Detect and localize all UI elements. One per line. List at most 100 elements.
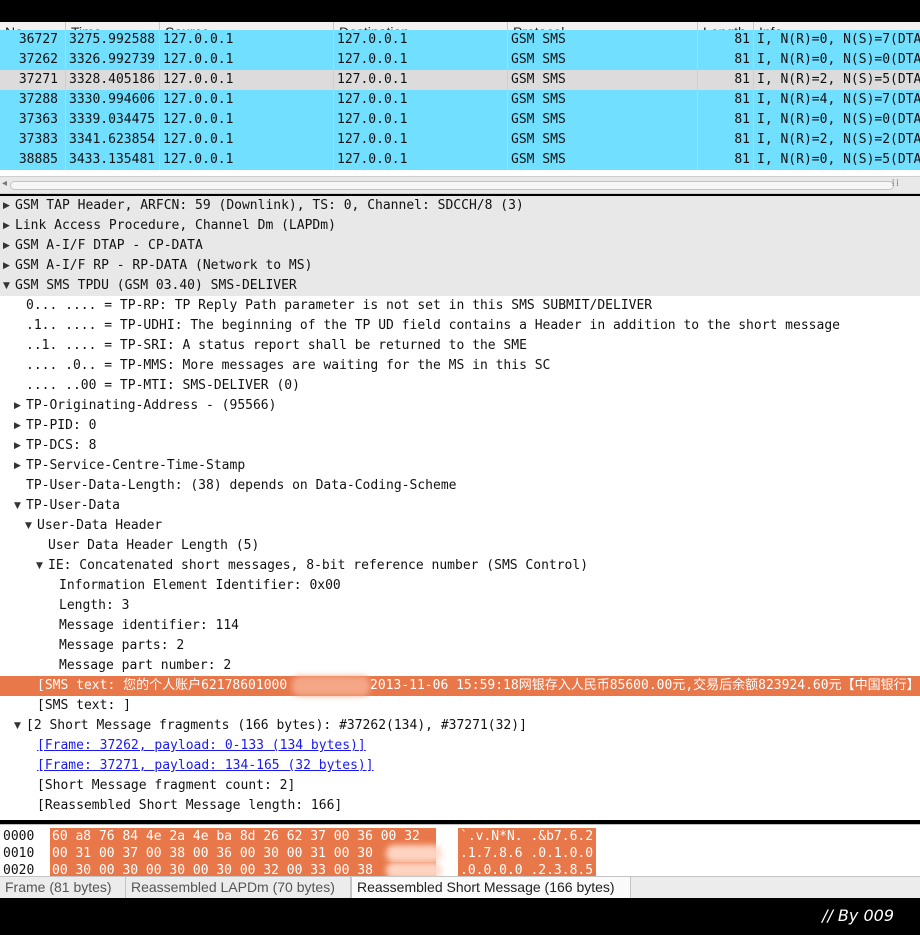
detail-text: User-Data Header — [37, 518, 163, 533]
detail-text: TP-DCS: 8 — [26, 438, 97, 453]
detail-row[interactable]: ▶ TP-DCS: 8 — [0, 436, 920, 456]
detail-row[interactable]: ▼ User-Data Header — [0, 516, 920, 536]
detail-row[interactable]: ▶ GSM A-I/F RP - RP-DATA (Network to MS) — [0, 256, 920, 276]
detail-row[interactable]: Message parts: 2 — [0, 636, 920, 656]
detail-row[interactable]: TP-User-Data-Length: (38) depends on Dat… — [0, 476, 920, 496]
hex-offset: 0000 — [3, 829, 35, 844]
packet-protocol: GSM SMS — [508, 150, 698, 170]
frame-link[interactable]: [Frame: 37271, payload: 134-165 (32 byte… — [37, 758, 374, 773]
hex-ascii: `.v.N*N. .&b7.6.2 — [458, 828, 596, 845]
detail-row[interactable]: ▶ GSM TAP Header, ARFCN: 59 (Downlink), T… — [0, 196, 920, 216]
hex-offset: 0020 — [3, 863, 35, 876]
bytes-tab[interactable]: Reassembled Short Message (166 bytes) — [351, 877, 631, 899]
packet-row[interactable]: 37363 3339.034475 127.0.0.1 127.0.0.1 GSM SM… — [0, 110, 920, 130]
packet-info: I, N(R)=0, N(S)=0(DTAP) — [757, 112, 920, 127]
detail-row[interactable]: ▶ GSM A-I/F DTAP - CP-DATA — [0, 236, 920, 256]
hex-row[interactable]: 0020 00 30 00 30 00 30 00 30 00 32 00 33 … — [0, 862, 920, 876]
scroll-track[interactable] — [10, 181, 894, 190]
packet-source: 127.0.0.1 — [160, 90, 334, 110]
top-black-bar — [0, 0, 920, 22]
packet-length: 81 — [698, 70, 754, 90]
detail-row[interactable]: [SMS text: ] — [0, 696, 920, 716]
collapsed-triangle-icon[interactable]: ▶ — [14, 456, 24, 476]
detail-row[interactable]: ▼ TP-User-Data — [0, 496, 920, 516]
packet-length: 81 — [698, 130, 754, 150]
detail-text: [Short Message fragment count: 2] — [37, 778, 296, 793]
expanded-triangle-icon[interactable]: ▼ — [14, 716, 24, 736]
scroll-left-icon[interactable]: ◂ — [2, 178, 7, 189]
detail-row[interactable]: [Short Message fragment count: 2] — [0, 776, 920, 796]
packet-destination: 127.0.0.1 — [334, 50, 508, 70]
packet-row[interactable]: 38885 3433.135481 127.0.0.1 127.0.0.1 GSM SM… — [0, 150, 920, 170]
detail-row[interactable]: ▼ [2 Short Message fragments (166 bytes):… — [0, 716, 920, 736]
detail-row[interactable]: [Frame: 37271, payload: 134-165 (32 byte… — [0, 756, 920, 776]
packet-list: No. Time Source Destination Protocol Len… — [0, 22, 920, 176]
packet-list-hscrollbar[interactable]: ◂ ⁞⁞ — [0, 176, 920, 194]
detail-row[interactable]: User Data Header Length (5) — [0, 536, 920, 556]
packet-no: 37383 — [0, 130, 66, 150]
packet-row[interactable]: 36727 3275.992588 127.0.0.1 127.0.0.1 GSM SM… — [0, 30, 920, 50]
packet-no: 36727 — [0, 30, 66, 50]
packet-source: 127.0.0.1 — [160, 50, 334, 70]
hex-bytes: 60 a8 76 84 4e 2a 4e ba 8d 26 62 37 00 3… — [50, 828, 436, 845]
packet-time: 3328.405186 — [66, 70, 160, 90]
packet-length: 81 — [698, 50, 754, 70]
packet-info: I, N(R)=4, N(S)=7(DTAP) — [757, 92, 920, 107]
expanded-triangle-icon[interactable]: ▼ — [36, 556, 46, 576]
detail-row[interactable]: Message identifier: 114 — [0, 616, 920, 636]
frame-link[interactable]: [Frame: 37262, payload: 0-133 (134 bytes… — [37, 738, 366, 753]
detail-text: GSM SMS TPDU (GSM 03.40) SMS-DELIVER — [15, 278, 297, 293]
packet-row[interactable]: 37288 3330.994606 127.0.0.1 127.0.0.1 GSM SM… — [0, 90, 920, 110]
packet-row[interactable]: 37262 3326.992739 127.0.0.1 127.0.0.1 GSM SM… — [0, 50, 920, 70]
scroll-grip-icon: ⁞⁞ — [891, 178, 900, 189]
collapsed-triangle-icon[interactable]: ▶ — [14, 416, 24, 436]
packet-source: 127.0.0.1 — [160, 150, 334, 170]
collapsed-triangle-icon[interactable]: ▶ — [3, 236, 13, 256]
detail-row[interactable]: Message part number: 2 — [0, 656, 920, 676]
detail-row[interactable]: .1.. .... = TP-UDHI: The beginning of th… — [0, 316, 920, 336]
detail-row[interactable]: 0... .... = TP-RP: TP Reply Path paramet… — [0, 296, 920, 316]
sms-text-row-selected[interactable]: [SMS text: 您的个人账户62178601000 2013-11-06 1… — [0, 676, 920, 696]
packet-length: 81 — [698, 30, 754, 50]
packet-length: 81 — [698, 150, 754, 170]
detail-row[interactable]: ▼ GSM SMS TPDU (GSM 03.40) SMS-DELIVER — [0, 276, 920, 296]
packet-destination: 127.0.0.1 — [334, 130, 508, 150]
collapsed-triangle-icon[interactable]: ▶ — [14, 396, 24, 416]
packet-row[interactable]: 37271 3328.405186 127.0.0.1 127.0.0.1 GSM SM… — [0, 70, 920, 90]
detail-row[interactable]: ▼ IE: Concatenated short messages, 8-bit … — [0, 556, 920, 576]
detail-row[interactable]: ..1. .... = TP-SRI: A status report shal… — [0, 336, 920, 356]
detail-row[interactable]: Information Element Identifier: 0x00 — [0, 576, 920, 596]
expanded-triangle-icon[interactable]: ▼ — [25, 516, 35, 536]
detail-row[interactable]: .... ..00 = TP-MTI: SMS-DELIVER (0) — [0, 376, 920, 396]
hex-ascii: .0.0.0.0 .2.3.8.5 — [458, 862, 596, 876]
detail-text: [Frame: 37271, payload: 134-165 (32 byte… — [37, 756, 374, 776]
bottom-black-bar: // By 009 — [0, 898, 920, 935]
detail-row[interactable]: [Frame: 37262, payload: 0-133 (134 bytes… — [0, 736, 920, 756]
packet-destination: 127.0.0.1 — [334, 110, 508, 130]
detail-row[interactable]: ▶ Link Access Procedure, Channel Dm (LAPD… — [0, 216, 920, 236]
detail-row[interactable]: ▶ TP-Originating-Address - (95566) — [0, 396, 920, 416]
detail-row[interactable]: [Reassembled Short Message length: 166] — [0, 796, 920, 816]
detail-text: Link Access Procedure, Channel Dm (LAPDm… — [15, 218, 336, 233]
detail-text: GSM A-I/F DTAP - CP-DATA — [15, 238, 203, 253]
packet-time: 3341.623854 — [66, 130, 160, 150]
bytes-tab[interactable]: Frame (81 bytes) — [0, 877, 126, 899]
detail-row[interactable]: ▶ TP-PID: 0 — [0, 416, 920, 436]
packet-row[interactable]: 37383 3341.623854 127.0.0.1 127.0.0.1 GSM SM… — [0, 130, 920, 150]
packet-protocol: GSM SMS — [508, 130, 698, 150]
collapsed-triangle-icon[interactable]: ▶ — [3, 256, 13, 276]
detail-row[interactable]: .... .0.. = TP-MMS: More messages are wa… — [0, 356, 920, 376]
hex-row[interactable]: 0010 00 31 00 37 00 38 00 36 00 30 00 31 … — [0, 845, 920, 862]
expanded-triangle-icon[interactable]: ▼ — [3, 276, 13, 296]
detail-row[interactable]: ▶ TP-Service-Centre-Time-Stamp — [0, 456, 920, 476]
collapsed-triangle-icon[interactable]: ▶ — [14, 436, 24, 456]
bytes-tab[interactable]: Reassembled LAPDm (70 bytes) — [126, 877, 351, 899]
packet-time: 3433.135481 — [66, 150, 160, 170]
collapsed-triangle-icon[interactable]: ▶ — [3, 196, 13, 216]
hex-row[interactable]: 0000 60 a8 76 84 4e 2a 4e ba 8d 26 62 37 … — [0, 828, 920, 845]
packet-source: 127.0.0.1 — [160, 70, 334, 90]
expanded-triangle-icon[interactable]: ▼ — [14, 496, 24, 516]
detail-row[interactable]: Length: 3 — [0, 596, 920, 616]
packet-time: 3330.994606 — [66, 90, 160, 110]
collapsed-triangle-icon[interactable]: ▶ — [3, 216, 13, 236]
